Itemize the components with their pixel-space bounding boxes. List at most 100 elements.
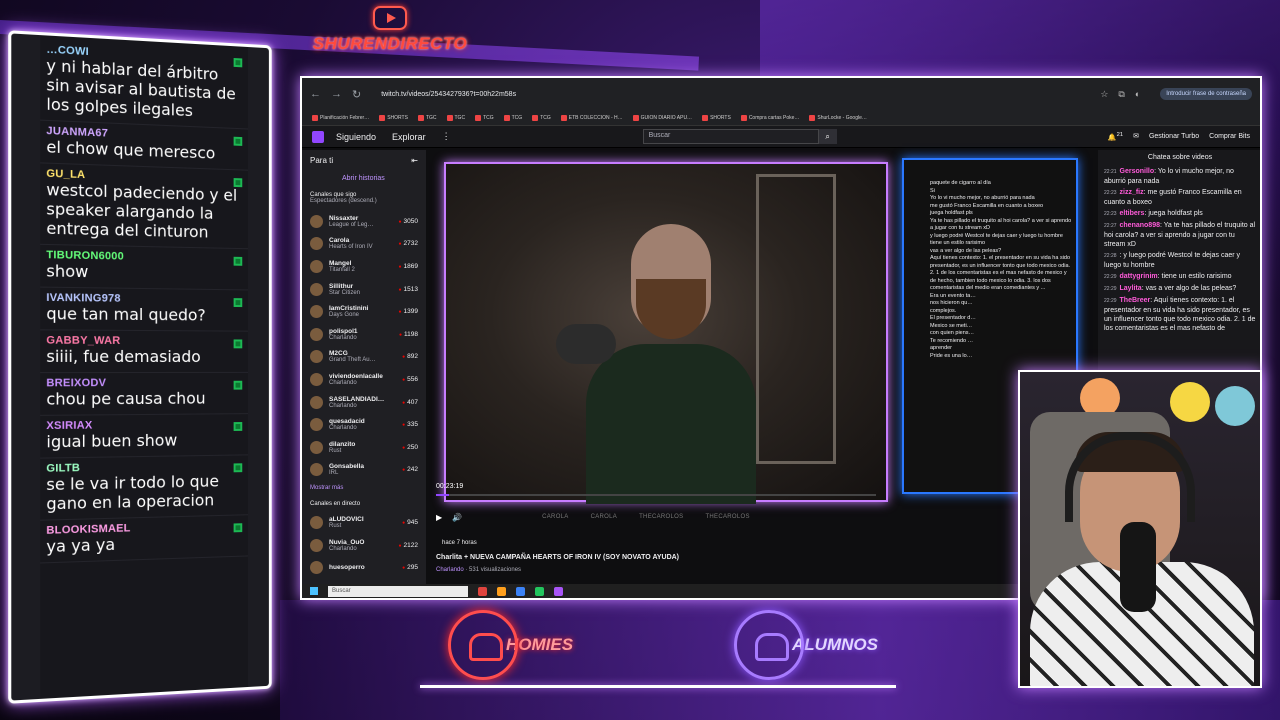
alumnos-badge: ALUMNOS bbox=[734, 610, 878, 680]
chat-username[interactable]: chenano898 bbox=[1120, 222, 1160, 229]
chat-username[interactable]: Laylita bbox=[1120, 285, 1142, 292]
chat-username[interactable]: Gersonillo bbox=[1120, 168, 1155, 175]
video-chat-message: 22:23 zizz_fiz: me gustó Franco Escamilla… bbox=[1104, 188, 1256, 207]
avatar bbox=[310, 418, 323, 432]
app-icon[interactable] bbox=[535, 586, 544, 596]
reload-icon[interactable]: ↻ bbox=[352, 88, 361, 101]
bookmark-item[interactable]: SHORTS bbox=[702, 115, 731, 121]
bookmark-item[interactable]: TGC bbox=[418, 115, 437, 121]
video-controls: ▶ 🔊 CAROLA CAROLA THECAROLOS THECAROLOS bbox=[436, 510, 1016, 524]
channel-name: SASELANDIADI… bbox=[329, 395, 385, 403]
sidebar-channel[interactable]: M2CGGrand Theft Au…892 bbox=[310, 346, 418, 369]
star-icon[interactable]: ☆ bbox=[1100, 89, 1108, 100]
bookmark-item[interactable]: TGC bbox=[447, 115, 466, 121]
video-player[interactable]: 00:23:19 bbox=[436, 162, 888, 504]
taskbar-search[interactable]: Buscar bbox=[328, 585, 468, 597]
bookmark-item[interactable]: Planificación Febrer… bbox=[312, 115, 369, 121]
sidebar-channel[interactable]: IamCristininiDays Gone1399 bbox=[310, 300, 418, 323]
chat-timestamp: 22:28 bbox=[1104, 253, 1117, 259]
sidebar-channel[interactable]: Nuvia_OuOCharlando2122 bbox=[310, 534, 418, 557]
sidebar-channel[interactable]: viviendoenlacalleCharlando556 bbox=[310, 368, 418, 391]
vod-chat-line: complejos. bbox=[930, 307, 957, 314]
viewer-count: 250 bbox=[402, 444, 418, 451]
turbo-button[interactable]: Gestionar Turbo bbox=[1149, 133, 1199, 140]
social-link: THECAROLOS bbox=[639, 514, 684, 520]
inbox-icon[interactable]: ✉ bbox=[1133, 132, 1139, 140]
notifications-icon[interactable]: 🔔21 bbox=[1108, 132, 1123, 141]
nav-browse[interactable]: Explorar bbox=[392, 132, 426, 142]
nav-following[interactable]: Siguiendo bbox=[336, 132, 376, 142]
chat-text: igual buen show bbox=[46, 430, 178, 452]
avatar bbox=[310, 237, 323, 251]
vod-chat-line: Si bbox=[930, 187, 935, 194]
seek-bar-fill bbox=[436, 494, 450, 496]
channel-game: Rust bbox=[329, 447, 342, 454]
chat-username[interactable]: TheBreer bbox=[1120, 297, 1151, 304]
app-icon[interactable] bbox=[554, 586, 563, 596]
channel-game: League of Leg… bbox=[329, 221, 374, 228]
bookmark-item[interactable]: TCG bbox=[475, 115, 494, 121]
followed-sort[interactable]: Espectadores (descend.) bbox=[310, 198, 418, 204]
channel-game: IRL bbox=[329, 470, 339, 477]
open-history-link[interactable]: Abrir historias bbox=[342, 175, 418, 182]
sidebar-channel[interactable]: quesadacidCharlando335 bbox=[310, 413, 418, 436]
channel-game: Charlando bbox=[329, 545, 357, 552]
volume-icon[interactable]: 🔊 bbox=[452, 513, 462, 522]
windows-start-icon[interactable] bbox=[310, 587, 318, 595]
sidebar-channel[interactable]: GonsabellaIRL242 bbox=[310, 459, 418, 482]
sidebar-channel[interactable]: polispol1Charlando1198 bbox=[310, 323, 418, 346]
chat-message: GU_LA westcol padeciendo y el speaker ala… bbox=[40, 163, 248, 250]
app-icon[interactable] bbox=[478, 586, 487, 596]
seek-bar[interactable] bbox=[436, 494, 876, 496]
avatar bbox=[310, 327, 323, 341]
sidebar-channel[interactable]: CarolaHearts of Iron IV2732 bbox=[310, 233, 418, 256]
forward-icon[interactable]: → bbox=[331, 88, 342, 100]
video-chat-message: 22:28: y luego podré Westcol te dejas ca… bbox=[1104, 251, 1256, 270]
url-field[interactable]: twitch.tv/videos/2543427936?t=00h22m58s bbox=[381, 91, 1090, 98]
microphone bbox=[1120, 522, 1156, 612]
sidebar-channel[interactable]: NissaxterLeague of Leg…3050 bbox=[310, 210, 418, 233]
password-button[interactable]: Introducir frase de contraseña bbox=[1160, 88, 1252, 100]
subscriber-badge-icon bbox=[233, 178, 243, 188]
video-chat-title: Chatea sobre videos bbox=[1147, 154, 1213, 161]
app-icon[interactable] bbox=[497, 586, 506, 596]
twitch-logo-icon[interactable] bbox=[312, 130, 324, 143]
bookmark-item[interactable]: SHORTS bbox=[379, 115, 408, 121]
chat-list: …COWI y ni hablar del árbitro sin avisar … bbox=[40, 35, 248, 699]
search-icon[interactable]: ⌕ bbox=[818, 129, 837, 144]
sidebar-channel[interactable]: huesoperro 295 bbox=[310, 556, 418, 579]
search-input[interactable]: Buscar bbox=[642, 129, 819, 144]
channel-game: Charlando bbox=[329, 334, 357, 341]
back-icon[interactable]: ← bbox=[310, 88, 321, 100]
profile-icon[interactable]: ◐ bbox=[1135, 89, 1140, 100]
chat-timestamp: 22:29 bbox=[1104, 298, 1117, 304]
show-more-link[interactable]: Mostrar más bbox=[310, 485, 418, 491]
sidebar-channel[interactable]: SillithurStar Citizen1513 bbox=[310, 278, 418, 301]
avatar bbox=[310, 259, 323, 273]
bookmark-item[interactable]: ETB COLECCION - H… bbox=[561, 115, 623, 121]
play-icon[interactable]: ▶ bbox=[436, 513, 442, 522]
bookmark-item[interactable]: TCG bbox=[504, 115, 523, 121]
collapse-icon[interactable]: ⇤ bbox=[411, 156, 418, 165]
sidebar-channel[interactable]: SASELANDIADI…Charlando407 bbox=[310, 391, 418, 414]
bookmark-item[interactable]: GUION DIARIO APU… bbox=[633, 115, 692, 121]
vod-chat-line: Mexico se meti… bbox=[930, 322, 973, 329]
chat-message: BLOOKISMAEL ya ya ya bbox=[40, 515, 248, 564]
extensions-icon[interactable]: ⧉ bbox=[1118, 89, 1124, 100]
bits-button[interactable]: Comprar Bits bbox=[1209, 133, 1250, 140]
sidebar-channel[interactable]: aLUDOVICIRust945 bbox=[310, 511, 418, 534]
more-menu-icon[interactable]: ⋮ bbox=[442, 131, 451, 142]
app-icon[interactable] bbox=[516, 586, 525, 596]
chat-username[interactable]: zizz_fiz bbox=[1120, 189, 1144, 196]
sidebar-channel[interactable]: dilanzitoRust 250 bbox=[310, 436, 418, 459]
brand-title: SHURENDIRECTO bbox=[312, 34, 468, 53]
bookmark-item[interactable]: TCG bbox=[532, 115, 551, 121]
sidebar-channel[interactable]: MangelTitanfall 21869 bbox=[310, 255, 418, 278]
chat-username[interactable]: dattygrinim bbox=[1120, 273, 1158, 280]
chat-text: y luego podré Westcol te dejas caer y lu… bbox=[1104, 252, 1241, 269]
channel-name: dilanzito bbox=[329, 440, 356, 448]
bookmark-item[interactable]: ShurLocke - Google… bbox=[809, 115, 866, 121]
chat-username[interactable]: eltibers bbox=[1120, 210, 1145, 217]
bookmark-item[interactable]: Compra cartas Poke… bbox=[741, 115, 800, 121]
vod-category[interactable]: Charlando bbox=[436, 567, 464, 573]
